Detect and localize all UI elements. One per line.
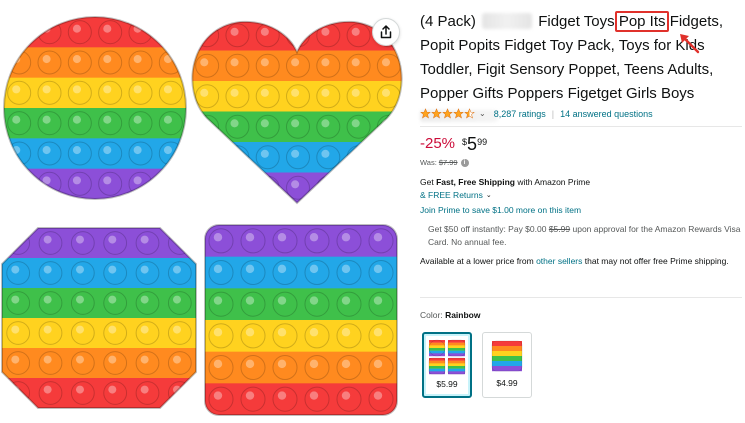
divider <box>420 126 742 127</box>
chevron-down-icon[interactable]: ⌄ <box>479 109 486 118</box>
star-icon <box>464 108 475 119</box>
divider <box>420 297 742 298</box>
price-whole: 5 <box>467 134 478 154</box>
color-swatch-option-2[interactable]: $4.99 <box>482 332 532 398</box>
star-icon <box>420 108 431 119</box>
color-swatch-rainbow[interactable]: $5.99 <box>422 332 472 398</box>
lower-price-text-1: Available at a lower price from <box>420 256 534 266</box>
ratings-link[interactable]: 8,287 ratings <box>494 109 546 119</box>
octagon-pop-it <box>1 227 197 409</box>
share-icon <box>380 25 392 39</box>
card-offer-text-1: Get $50 off instantly: Pay $0.00 <box>428 224 547 234</box>
color-selector-label: Color: Rainbow <box>420 310 480 320</box>
arrow-icon <box>680 34 700 54</box>
square-pop-it <box>204 224 398 416</box>
product-image-gallery[interactable] <box>0 0 405 423</box>
was-price: $7.99 <box>438 158 458 167</box>
was-price-row: Was: $7.99 i <box>420 158 469 167</box>
shipping-get: Get <box>420 177 434 187</box>
color-label: Color: <box>420 310 443 320</box>
star-rating[interactable] <box>420 108 475 119</box>
redacted-brand <box>482 13 533 29</box>
color-value: Rainbow <box>445 310 481 320</box>
star-icon <box>431 108 442 119</box>
heart-pop-it <box>191 20 403 205</box>
discount-percent: -25% <box>420 135 456 152</box>
title-highlight-pop-its: Pop Its <box>618 13 666 30</box>
lower-price-notice: Available at a lower price from other se… <box>420 255 742 268</box>
current-price: $ 5 99 <box>462 134 487 154</box>
title-fidget-toys: Fidget Toys <box>538 13 615 30</box>
swatch-price: $5.99 <box>436 379 458 389</box>
card-offer: Get $50 off instantly: Pay $0.00 $5.99 u… <box>420 219 742 249</box>
swatch-thumbnail <box>491 340 523 372</box>
prime-offer-row: Join Prime to save $1.00 more on this it… <box>420 205 581 215</box>
product-details: (4 Pack) Fidget Toys Pop Its Fidgets, Po… <box>420 0 742 423</box>
free-returns-link[interactable]: & FREE Returns <box>420 190 483 200</box>
price-fraction: 99 <box>477 137 488 147</box>
title-pack: (4 Pack) <box>420 13 476 30</box>
chevron-down-icon[interactable]: ⌄ <box>486 191 492 199</box>
product-image[interactable] <box>0 0 405 423</box>
circle-pop-it <box>3 16 187 200</box>
free-returns-row: & FREE Returns ⌄ <box>420 190 492 200</box>
info-icon[interactable]: i <box>460 158 469 167</box>
swatch-thumbnail <box>428 339 466 375</box>
questions-link[interactable]: 14 answered questions <box>560 109 653 119</box>
join-prime-link[interactable]: Join Prime to save $1.00 more on this it… <box>420 205 581 215</box>
was-label: Was: <box>420 158 437 167</box>
price-row: -25% $ 5 99 <box>420 134 487 154</box>
separator: | <box>551 108 555 119</box>
shipping-info: Get Fast, Free Shipping with Amazon Prim… <box>420 177 590 187</box>
shipping-fast-free: Fast, Free Shipping <box>436 177 515 187</box>
rating-row: ⌄ 8,287 ratings | 14 answered questions <box>420 108 653 119</box>
star-icon <box>442 108 453 119</box>
swatch-price: $4.99 <box>496 378 518 388</box>
star-icon <box>453 108 464 119</box>
card-offer-strike: $5.99 <box>548 224 571 234</box>
other-sellers-link[interactable]: other sellers <box>536 256 582 266</box>
share-button[interactable] <box>372 18 400 46</box>
shipping-with-prime: with Amazon Prime <box>517 177 591 187</box>
lower-price-text-2: that may not offer free Prime shipping. <box>584 256 729 266</box>
